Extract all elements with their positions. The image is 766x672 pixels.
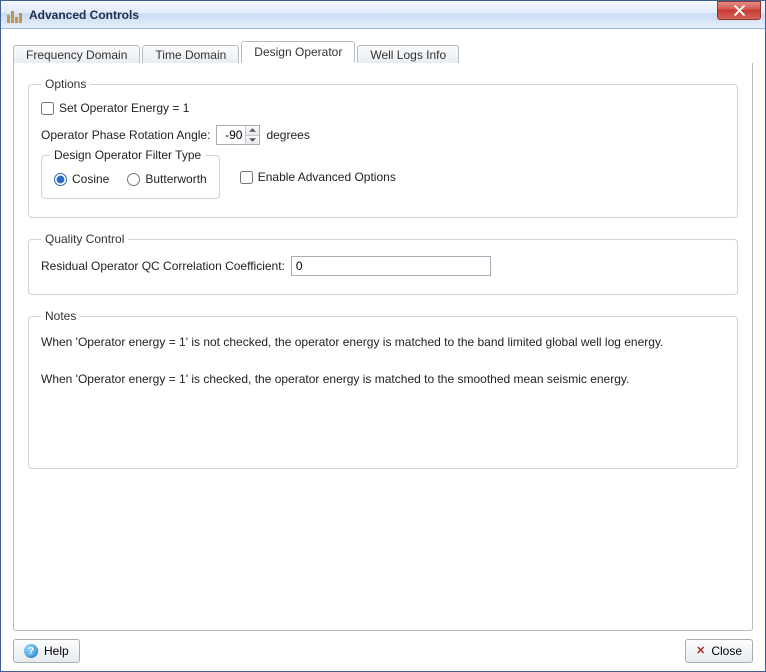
spinner-buttons [245, 126, 259, 144]
notes-legend: Notes [41, 309, 80, 323]
titlebar: Advanced Controls [1, 1, 765, 29]
phase-row: Operator Phase Rotation Angle: degrees [41, 125, 725, 145]
tab-spacer [461, 42, 753, 64]
notes-paragraph: When 'Operator energy = 1' is not checke… [41, 333, 725, 352]
spinner-down-button[interactable] [246, 136, 259, 145]
filter-butterworth-label[interactable]: Butterworth [145, 172, 206, 186]
help-button[interactable]: ? Help [13, 639, 80, 663]
set-operator-energy-checkbox[interactable] [41, 102, 54, 115]
notes-paragraph: When 'Operator energy = 1' is checked, t… [41, 370, 725, 389]
footer-bar: ? Help ✕ Close [13, 631, 753, 663]
filter-cosine-label[interactable]: Cosine [72, 172, 109, 186]
filter-type-group: Design Operator Filter Type Cosine Butte… [41, 155, 220, 199]
filter-cosine-radio[interactable] [54, 173, 67, 186]
tab-well-logs-info[interactable]: Well Logs Info [357, 45, 459, 64]
options-legend: Options [41, 77, 90, 91]
app-icon [7, 7, 23, 23]
tab-panel-design-operator: Options Set Operator Energy = 1 Operator… [13, 63, 753, 631]
tab-strip: Frequency Domain Time Domain Design Oper… [13, 41, 753, 63]
tab-label: Time Domain [155, 48, 226, 62]
quality-control-group: Quality Control Residual Operator QC Cor… [28, 232, 738, 295]
qc-label: Residual Operator QC Correlation Coeffic… [41, 259, 285, 273]
notes-group: Notes When 'Operator energy = 1' is not … [28, 309, 738, 469]
help-icon: ? [24, 644, 38, 658]
spinner-up-button[interactable] [246, 126, 259, 136]
help-button-label: Help [44, 644, 69, 658]
close-icon: ✕ [696, 646, 705, 657]
phase-angle-input[interactable] [217, 126, 245, 144]
enable-advanced-label[interactable]: Enable Advanced Options [258, 170, 396, 184]
enable-advanced-checkbox[interactable] [240, 171, 253, 184]
close-button-label: Close [711, 644, 742, 658]
filter-line: Design Operator Filter Type Cosine Butte… [41, 155, 725, 199]
window-title: Advanced Controls [29, 8, 139, 22]
filter-butterworth-radio[interactable] [127, 173, 140, 186]
tab-label: Well Logs Info [370, 48, 446, 62]
tab-label: Design Operator [254, 45, 342, 59]
filter-type-legend: Design Operator Filter Type [50, 148, 205, 162]
tab-label: Frequency Domain [26, 48, 127, 62]
options-group: Options Set Operator Energy = 1 Operator… [28, 77, 738, 218]
tab-design-operator[interactable]: Design Operator [241, 41, 355, 63]
close-icon [734, 5, 745, 16]
filter-type-radios: Cosine Butterworth [54, 172, 207, 186]
phase-label: Operator Phase Rotation Angle: [41, 128, 210, 142]
set-operator-energy-label[interactable]: Set Operator Energy = 1 [59, 101, 189, 115]
notes-text: When 'Operator energy = 1' is not checke… [41, 333, 725, 389]
notes-wrap: Notes When 'Operator energy = 1' is not … [28, 309, 738, 469]
phase-unit-label: degrees [266, 128, 309, 142]
close-button[interactable]: ✕ Close [685, 639, 753, 663]
phase-angle-spinner[interactable] [216, 125, 260, 145]
set-energy-row: Set Operator Energy = 1 [41, 101, 725, 115]
window-frame: Advanced Controls Frequency Domain Time … [0, 0, 766, 672]
tab-time-domain[interactable]: Time Domain [142, 45, 239, 64]
qc-legend: Quality Control [41, 232, 128, 246]
window-close-button[interactable] [717, 1, 761, 20]
tab-frequency-domain[interactable]: Frequency Domain [13, 45, 140, 64]
tab-control: Frequency Domain Time Domain Design Oper… [13, 41, 753, 631]
client-area: Frequency Domain Time Domain Design Oper… [1, 29, 765, 671]
qc-coefficient-input[interactable] [291, 256, 491, 276]
qc-row: Residual Operator QC Correlation Coeffic… [41, 256, 725, 276]
